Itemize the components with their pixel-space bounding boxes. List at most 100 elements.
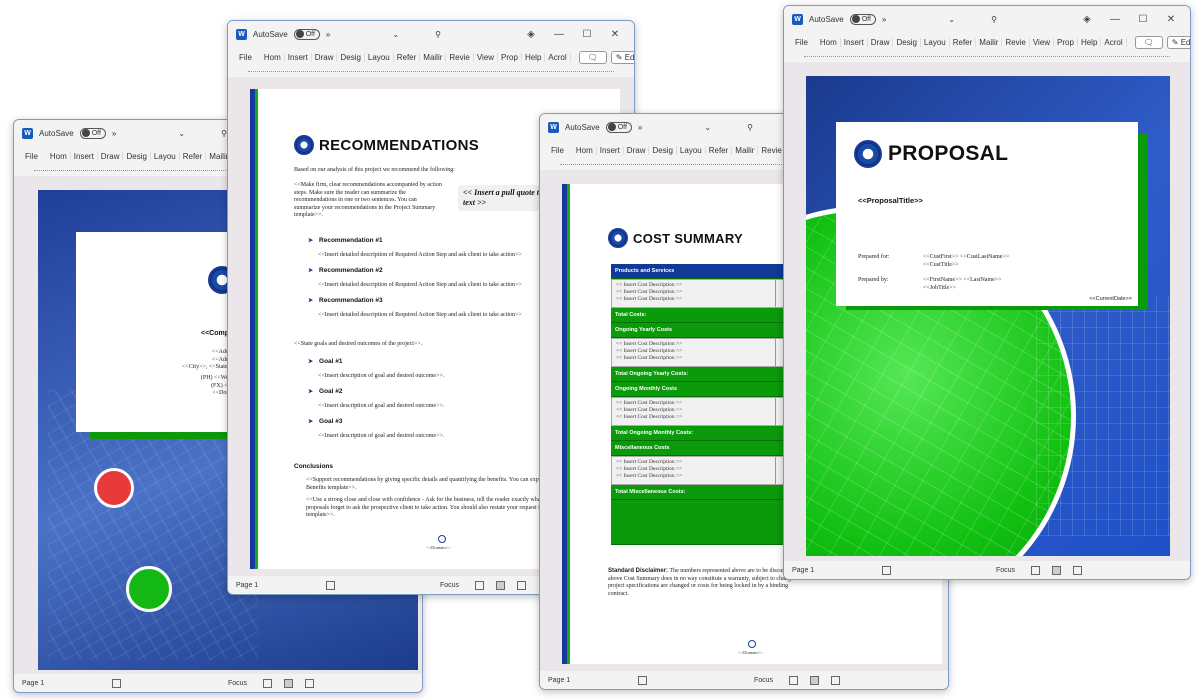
tab-insert[interactable]: Insert [285,52,312,62]
prepared-for-value: <<CustFirst>> <<CustLastName>> <<CustTit… [923,254,1009,269]
tab-layout[interactable]: Layou [677,145,706,155]
close-button[interactable]: ✕ [604,29,626,40]
tab-layout[interactable]: Layou [365,52,394,62]
editing-mode-button[interactable]: ✎ Editing [1166,35,1190,49]
tab-home[interactable]: Hom [261,52,285,62]
read-mode-icon[interactable] [789,675,798,685]
minimize-button[interactable]: — [1104,14,1126,25]
tab-file[interactable]: File [236,53,255,62]
toggle-knob [607,123,616,131]
chevron-down-icon[interactable]: ⌄ [948,15,955,24]
tab-layout[interactable]: Layou [151,151,180,161]
more-commands-icon[interactable]: » [882,15,886,24]
tab-insert[interactable]: Insert [841,37,868,47]
focus-button[interactable]: Focus [754,677,773,684]
autosave-toggle[interactable]: Off [605,121,632,133]
tab-draw[interactable]: Draw [624,145,650,155]
cost-items: << Insert Cost Description >> << Insert … [611,397,787,426]
section-total: Total Ongoing Yearly Costs: [611,367,787,382]
word-window-proposal[interactable]: W AutoSave Off » ⌄ ⚲ ◈ — ☐ ✕ File Hom In… [783,5,1191,580]
close-button[interactable]: ✕ [1160,14,1182,25]
search-icon[interactable]: ⚲ [435,30,441,39]
chevron-down-icon[interactable]: ⌄ [392,30,399,39]
web-layout-icon[interactable] [517,580,526,590]
tab-view[interactable]: View [474,52,499,62]
tab-file[interactable]: File [792,38,811,47]
tab-design[interactable]: Desig [893,37,921,47]
print-layout-icon[interactable] [284,678,293,688]
maximize-button[interactable]: ☐ [576,29,598,40]
comments-button[interactable]: 🗨 [578,50,607,64]
autosave-toggle[interactable]: Off [849,13,876,25]
company-name: <<Comp [201,330,230,337]
read-mode-icon[interactable] [263,678,272,688]
accessibility-icon[interactable] [638,675,647,685]
comments-button[interactable]: 🗨 [1134,35,1163,49]
tab-file[interactable]: File [22,152,41,161]
accessibility-icon[interactable] [882,565,891,575]
tab-references[interactable]: Refer [180,151,207,161]
tab-references[interactable]: Refer [950,37,977,47]
read-mode-icon[interactable] [475,580,484,590]
tab-mailings[interactable]: Mailir [420,52,447,62]
diamond-icon[interactable]: ◈ [520,29,542,40]
diamond-icon[interactable]: ◈ [1076,14,1098,25]
autosave-toggle[interactable]: Off [293,28,320,40]
tab-insert[interactable]: Insert [71,151,98,161]
tab-review[interactable]: Revie [1002,37,1030,47]
more-commands-icon[interactable]: » [112,129,116,138]
focus-button[interactable]: Focus [228,680,247,687]
tab-draw[interactable]: Draw [98,151,124,161]
tab-home[interactable]: Hom [573,145,597,155]
tab-design[interactable]: Desig [123,151,151,161]
print-layout-icon[interactable] [496,580,505,590]
chevron-down-icon[interactable]: ⌄ [704,123,711,132]
tab-file[interactable]: File [548,146,567,155]
document-canvas[interactable]: PROPOSAL <<ProposalTitle>> Prepared for:… [784,62,1190,561]
search-icon[interactable]: ⚲ [991,15,997,24]
focus-button[interactable]: Focus [440,582,459,589]
tab-view[interactable]: View [1030,37,1055,47]
tab-draw[interactable]: Draw [312,52,338,62]
tab-layout[interactable]: Layou [921,37,950,47]
tab-mailings[interactable]: Mailir [976,37,1003,47]
tab-properties[interactable]: Prop [1054,37,1078,47]
tab-insert[interactable]: Insert [597,145,624,155]
tab-properties[interactable]: Prop [498,52,522,62]
tab-draw[interactable]: Draw [868,37,894,47]
web-layout-icon[interactable] [831,675,840,685]
tab-design[interactable]: Desig [649,145,677,155]
tab-acrobat[interactable]: Acrol [1101,37,1127,47]
tab-home[interactable]: Hom [47,151,71,161]
editing-mode-button[interactable]: ✎ Editing [610,50,634,64]
search-icon[interactable]: ⚲ [747,123,753,132]
focus-button[interactable]: Focus [996,567,1015,574]
autosave-toggle[interactable]: Off [79,127,106,139]
web-layout-icon[interactable] [1073,565,1082,575]
tab-help[interactable]: Help [1078,37,1102,47]
tab-home[interactable]: Hom [817,37,841,47]
tab-references[interactable]: Refer [394,52,421,62]
tab-review[interactable]: Revie [446,52,474,62]
accessibility-icon[interactable] [112,678,121,688]
section-header: Ongoing Monthly Costs [611,382,787,397]
tab-references[interactable]: Refer [706,145,733,155]
minimize-button[interactable]: — [548,29,570,40]
web-layout-icon[interactable] [305,678,314,688]
more-commands-icon[interactable]: » [638,123,642,132]
chevron-down-icon[interactable]: ⌄ [178,129,185,138]
tab-review[interactable]: Revie [758,145,786,155]
tab-design[interactable]: Desig [337,52,365,62]
more-commands-icon[interactable]: » [326,30,330,39]
grand-total-row [611,500,787,545]
print-layout-icon[interactable] [810,675,819,685]
print-layout-icon[interactable] [1052,565,1061,575]
tab-help[interactable]: Help [522,52,546,62]
maximize-button[interactable]: ☐ [1132,14,1154,25]
ruler[interactable] [784,52,1190,62]
read-mode-icon[interactable] [1031,565,1040,575]
accessibility-icon[interactable] [326,580,335,590]
ruler[interactable] [228,67,634,77]
tab-mailings[interactable]: Mailir [732,145,759,155]
tab-acrobat[interactable]: Acrol [545,52,571,62]
